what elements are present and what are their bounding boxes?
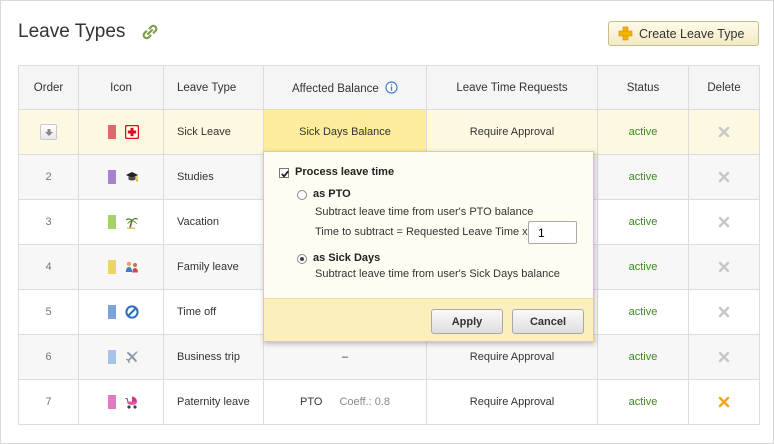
leave-types-page: Leave Types Create Leave Type Order Icon [0,0,774,444]
color-swatch[interactable] [108,215,116,229]
status-badge[interactable]: active [597,199,689,245]
order-number: 4 [18,244,79,290]
create-leave-type-label: Create Leave Type [639,26,745,41]
requests-value[interactable]: Require Approval [426,109,598,155]
affected-balance-cell[interactable]: PTO Coeff.: 0.8 [263,379,427,425]
move-down-button[interactable] [40,124,57,140]
airplane-icon[interactable] [125,350,139,364]
affected-balance-cell[interactable]: Sick Days Balance [263,109,427,155]
affected-balance-value: Sick Days Balance [299,126,391,138]
as-pto-description: Subtract leave time from user's PTO bala… [315,206,534,218]
coefficient-input[interactable] [528,221,577,244]
color-swatch[interactable] [108,350,116,364]
status-badge[interactable]: active [597,109,689,155]
create-leave-type-button[interactable]: Create Leave Type [608,21,759,46]
as-sick-days-label: as Sick Days [313,252,381,264]
affected-balance-value: PTO [300,396,323,408]
status-badge[interactable]: active [597,154,689,200]
delete-icon[interactable] [718,261,730,273]
color-swatch[interactable] [108,125,116,139]
affected-balance-popup: Process leave time as PTO Subtract leave… [263,151,594,342]
col-icon: Icon [78,65,164,110]
leave-type-name[interactable]: Paternity leave [163,379,264,425]
family-icon[interactable] [125,260,139,274]
leave-type-name[interactable]: Vacation [163,199,264,245]
delete-icon[interactable] [718,396,730,408]
leave-type-name[interactable]: Sick Leave [163,109,264,155]
delete-icon[interactable] [718,126,730,138]
table-header-row: Order Icon Leave Type Affected Balance L… [18,65,760,110]
col-delete: Delete [688,65,760,110]
order-number: 5 [18,289,79,335]
as-pto-radio[interactable] [297,190,307,200]
first-aid-icon[interactable] [125,125,140,139]
color-swatch[interactable] [108,170,116,184]
delete-icon[interactable] [718,171,730,183]
process-leave-time-checkbox[interactable] [279,168,289,178]
delete-icon[interactable] [718,351,730,363]
arrow-down-icon [45,129,53,136]
apply-button[interactable]: Apply [431,309,503,334]
info-icon[interactable] [385,80,398,94]
link-icon[interactable] [140,23,160,41]
plus-icon [618,26,633,41]
leave-type-name[interactable]: Studies [163,154,264,200]
color-swatch[interactable] [108,260,116,274]
order-number: 7 [18,379,79,425]
table-row[interactable]: 7 Paternity leave PTO Coeff.: 0.8 Requir… [18,379,760,425]
prohibited-icon[interactable] [125,305,139,319]
coefficient-value: Coeff.: 0.8 [339,396,391,408]
delete-icon[interactable] [718,306,730,318]
color-swatch[interactable] [108,395,116,409]
palm-tree-icon[interactable] [125,215,139,229]
checkmark-icon [281,170,289,178]
process-leave-time-label: Process leave time [295,166,395,178]
col-affected-balance-label: Affected Balance [292,82,379,95]
page-header: Leave Types Create Leave Type [1,1,773,63]
col-requests: Leave Time Requests [426,65,598,110]
delete-icon[interactable] [718,216,730,228]
affected-balance-value: – [341,351,349,363]
col-affected-balance: Affected Balance [263,65,427,110]
leave-type-name[interactable]: Time off [163,289,264,335]
color-swatch[interactable] [108,305,116,319]
col-order: Order [18,65,79,110]
popup-body: Process leave time as PTO Subtract leave… [264,152,593,298]
stroller-icon[interactable] [125,395,139,409]
col-status: Status [597,65,689,110]
order-number: 3 [18,199,79,245]
status-badge[interactable]: active [597,289,689,335]
as-pto-label: as PTO [313,188,351,200]
order-number: 2 [18,154,79,200]
col-leave-type: Leave Type [163,65,264,110]
time-formula-label: Time to subtract = Requested Leave Time … [315,226,528,238]
leave-type-name[interactable]: Business trip [163,334,264,380]
table-row[interactable]: Sick Leave Sick Days Balance Require App… [18,109,760,155]
page-title: Leave Types [18,21,126,42]
status-badge[interactable]: active [597,379,689,425]
status-badge[interactable]: active [597,334,689,380]
popup-footer: Apply Cancel [264,298,593,341]
leave-type-name[interactable]: Family leave [163,244,264,290]
requests-value[interactable]: Require Approval [426,379,598,425]
graduation-cap-icon[interactable] [125,170,139,184]
status-badge[interactable]: active [597,244,689,290]
as-sick-days-radio[interactable] [297,254,307,264]
order-number: 6 [18,334,79,380]
cancel-button[interactable]: Cancel [512,309,584,334]
as-sick-days-description: Subtract leave time from user's Sick Day… [315,268,560,280]
